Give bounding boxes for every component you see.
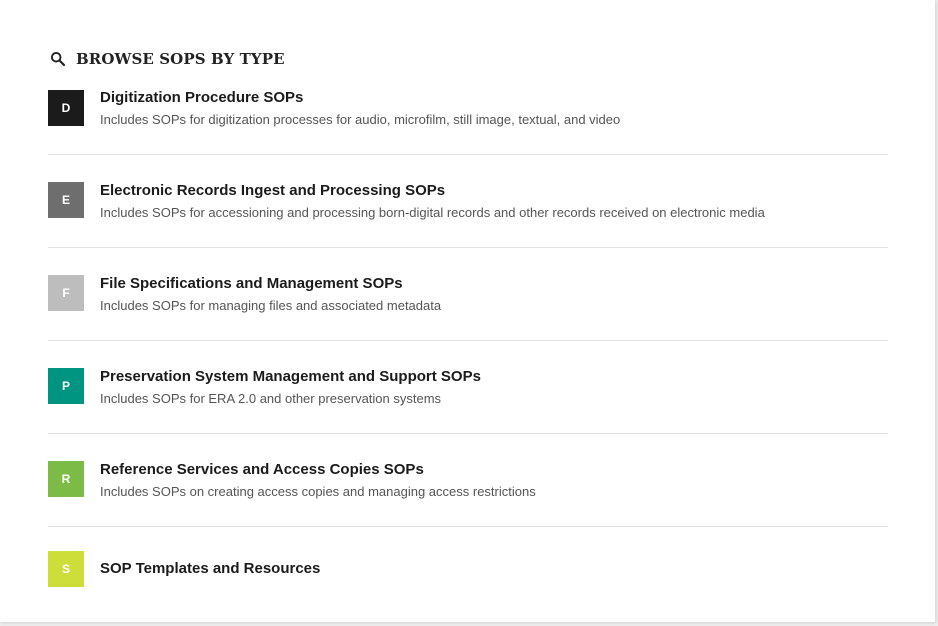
category-description: Includes SOPs for managing files and ass… <box>100 298 442 313</box>
category-item-sop-templates[interactable]: S SOP Templates and Resources <box>48 527 888 620</box>
category-badge-letter: R <box>61 472 71 486</box>
category-badge: D <box>48 90 84 126</box>
category-badge: F <box>48 275 84 311</box>
category-title-link[interactable]: File Specifications and Management SOPs <box>100 275 403 292</box>
category-title-link[interactable]: Reference Services and Access Copies SOP… <box>100 461 424 478</box>
category-badge-letter: D <box>61 101 71 115</box>
category-badge: P <box>48 368 84 404</box>
category-title-link[interactable]: Electronic Records Ingest and Processing… <box>100 182 445 199</box>
category-description: Includes SOPs for accessioning and proce… <box>100 205 765 220</box>
browse-sops-card: BROWSE SOPS BY TYPE D Digitization Proce… <box>0 0 935 622</box>
category-badge-letter: F <box>62 286 70 300</box>
category-title-link[interactable]: Preservation System Management and Suppo… <box>100 368 481 385</box>
category-description: Includes SOPs for ERA 2.0 and other pres… <box>100 391 442 406</box>
category-item-digitization[interactable]: D Digitization Procedure SOPs Includes S… <box>48 62 888 155</box>
category-item-file-specifications[interactable]: F File Specifications and Management SOP… <box>48 248 888 341</box>
category-badge: S <box>48 551 84 587</box>
category-title-link[interactable]: SOP Templates and Resources <box>100 560 320 577</box>
category-item-electronic-records[interactable]: E Electronic Records Ingest and Processi… <box>48 155 888 248</box>
category-item-reference-services[interactable]: R Reference Services and Access Copies S… <box>48 434 888 527</box>
category-badge: E <box>48 182 84 218</box>
category-badge-letter: S <box>61 562 70 576</box>
category-badge-letter: E <box>61 193 70 207</box>
category-description: Includes SOPs on creating access copies … <box>100 484 536 499</box>
category-title-link[interactable]: Digitization Procedure SOPs <box>100 89 303 106</box>
category-item-preservation-system[interactable]: P Preservation System Management and Sup… <box>48 341 888 434</box>
category-badge: R <box>48 461 84 497</box>
category-badge-letter: P <box>61 379 70 393</box>
category-description: Includes SOPs for digitization processes… <box>100 112 621 127</box>
